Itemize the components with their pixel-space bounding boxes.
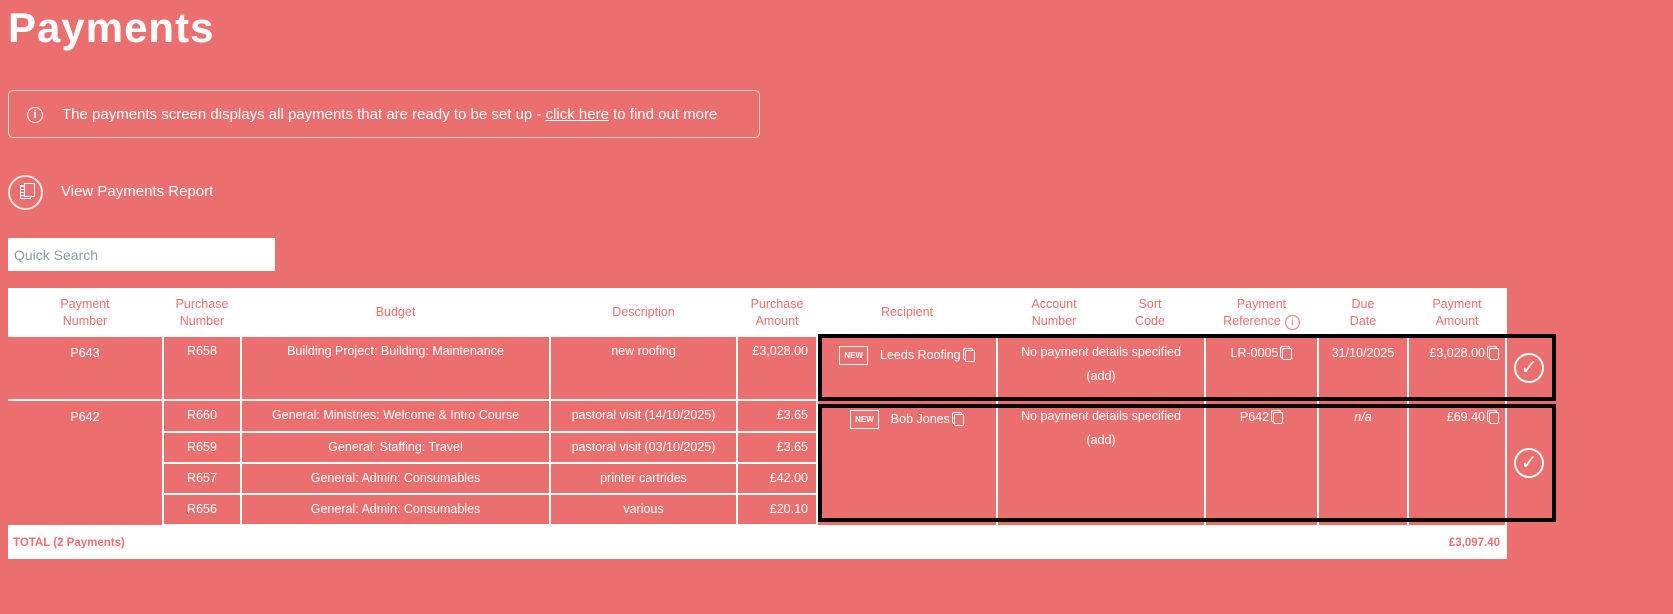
approve-check-button[interactable]: ✓ — [1514, 448, 1544, 478]
budget: General: Staffing: Travel — [242, 433, 549, 462]
column-header-line: Date — [1349, 314, 1377, 328]
copy-icon[interactable] — [1489, 348, 1499, 360]
column-header-line: Sort — [1138, 297, 1162, 311]
payment-reference: P642 — [1239, 410, 1270, 424]
report-icon — [8, 175, 43, 210]
copy-icon[interactable] — [953, 414, 964, 426]
purchase-number: R660 — [164, 401, 240, 431]
budget: General: Ministries: Welcome & Intro Cou… — [242, 401, 549, 431]
info-text-end: to find out more — [608, 106, 718, 123]
column-header-line: Amount — [1435, 314, 1479, 328]
payment-number: P643 — [8, 337, 162, 399]
column-header-line: Account — [1031, 297, 1077, 311]
purchase-number: R659 — [164, 433, 240, 462]
recipient-cell: NEW Bob Jones — [818, 401, 996, 525]
purchase-amount: £3.65 — [738, 433, 816, 462]
purchase-amount: £42.00 — [738, 464, 816, 493]
column-header-line: Number — [179, 314, 225, 328]
purchase-amount: £20.10 — [738, 495, 816, 524]
info-text: The payments screen displays all payment… — [62, 106, 546, 123]
view-payments-report-label[interactable]: View Payments Report — [61, 183, 213, 200]
total-amount: £3,097.40 — [1448, 537, 1500, 549]
info-icon: i — [27, 107, 43, 123]
column-header: Account Number — [998, 296, 1110, 330]
payment-number: P642 — [8, 401, 162, 525]
recipient-name: Leeds Roofing — [880, 348, 961, 362]
column-header-line: Payment — [1432, 297, 1482, 311]
recipient-cell: NEW Leeds Roofing — [818, 337, 996, 399]
payment-reference: LR-0005 — [1230, 346, 1279, 360]
total-label: TOTAL (2 Payments) — [13, 537, 125, 549]
purchase-number: R657 — [164, 464, 240, 493]
no-payment-details: No payment details specified — [1021, 409, 1181, 423]
column-header-line: Reference i — [1206, 313, 1317, 330]
copy-icon[interactable] — [964, 350, 975, 362]
new-badge: NEW — [839, 346, 869, 365]
info-banner: i The payments screen displays all payme… — [8, 90, 760, 138]
page-title: Payments — [8, 4, 215, 51]
payment-reference-cell: P642 — [1206, 401, 1317, 525]
column-header: Recipient — [818, 304, 996, 321]
click-here-link[interactable]: click here — [546, 106, 609, 123]
description: various — [551, 495, 736, 524]
column-header: Sort Code — [1110, 296, 1190, 330]
column-header: Payment Number — [8, 296, 162, 330]
payment-amount-cell: £3,028.00 — [1409, 337, 1505, 399]
purchase-number: R656 — [164, 495, 240, 524]
column-header-line: Description — [612, 305, 675, 319]
column-header-line: Recipient — [880, 305, 934, 319]
quick-search-input[interactable] — [8, 238, 275, 271]
column-header-line: Budget — [375, 305, 416, 319]
account-cell: No payment details specified (add) — [998, 401, 1204, 525]
column-header-line: Number — [1031, 314, 1077, 328]
description: new roofing — [551, 337, 736, 399]
recipient-name: Bob Jones — [890, 412, 950, 426]
column-header: Purchase Amount — [738, 296, 816, 330]
column-header-line: Purchase — [750, 297, 804, 311]
budget: General: Admin: Consumables — [242, 495, 549, 524]
description: printer cartrides — [551, 464, 736, 493]
payment-amount: £3,028.00 — [1429, 346, 1485, 360]
copy-icon[interactable] — [1489, 412, 1499, 424]
add-payment-details-link[interactable]: (add) — [998, 428, 1204, 452]
column-header-line: Code — [1135, 314, 1165, 328]
column-header-line: Due — [1351, 297, 1375, 311]
purchase-amount: £3,028.00 — [738, 337, 816, 399]
account-cell: No payment details specified (add) — [998, 337, 1204, 399]
add-payment-details-link[interactable]: (add) — [998, 364, 1204, 388]
copy-icon[interactable] — [1273, 412, 1284, 424]
purchase-number: R658 — [164, 337, 240, 399]
payment-reference-cell: LR-0005 — [1206, 337, 1317, 399]
column-header-line: Purchase — [175, 297, 229, 311]
column-header: Budget — [242, 304, 549, 321]
column-header-line: Number — [62, 314, 108, 328]
info-icon[interactable]: i — [1284, 315, 1300, 330]
column-header: Purchase Number — [164, 296, 240, 330]
new-badge: NEW — [850, 410, 879, 429]
description: pastoral visit (03/10/2025) — [551, 433, 736, 462]
copy-icon[interactable] — [1282, 348, 1293, 360]
column-header: Payment Amount — [1409, 296, 1505, 330]
purchase-amount: £3.65 — [738, 401, 816, 431]
column-header: Description — [551, 304, 736, 321]
no-payment-details: No payment details specified — [1021, 345, 1181, 359]
column-header-line: Payment — [60, 297, 110, 311]
table-footer — [8, 525, 1507, 559]
payment-amount: £69.40 — [1446, 410, 1485, 424]
column-header: Due Date — [1319, 296, 1407, 330]
description: pastoral visit (14/10/2025) — [551, 401, 736, 431]
due-date: n/a — [1319, 401, 1407, 525]
column-header-line: Payment — [1236, 297, 1287, 311]
budget: Building Project: Building: Maintenance — [242, 337, 549, 399]
budget: General: Admin: Consumables — [242, 464, 549, 493]
payment-amount-cell: £69.40 — [1409, 401, 1505, 525]
due-date: 31/10/2025 — [1319, 337, 1407, 399]
column-header-line: Amount — [755, 314, 799, 328]
column-header: Payment Reference i — [1206, 296, 1317, 330]
approve-check-button[interactable]: ✓ — [1514, 353, 1544, 383]
